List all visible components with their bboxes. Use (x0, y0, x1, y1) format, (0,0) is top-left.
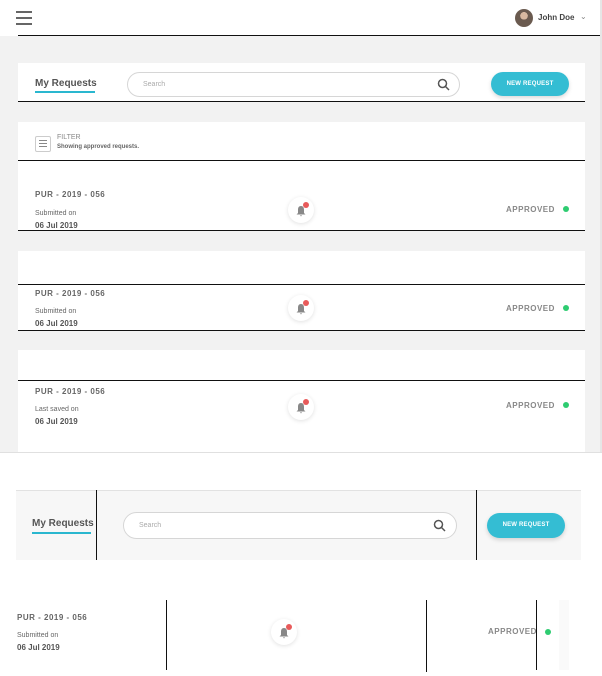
status-badge: APPROVED (506, 304, 555, 313)
notification-badge (303, 399, 309, 405)
tab-my-requests[interactable]: My Requests (35, 78, 97, 89)
zoom-status-badge: APPROVED (488, 627, 537, 636)
filter-title: FILTER (57, 134, 81, 141)
search-icon[interactable] (437, 78, 450, 91)
zoom-request-date-label: Submitted on (17, 632, 59, 639)
request-code: PUR - 2019 - 056 (35, 387, 106, 396)
status-dot-icon (563, 305, 569, 311)
divider (476, 490, 477, 560)
status-dot-icon (563, 402, 569, 408)
avatar[interactable] (515, 9, 533, 27)
divider (0, 452, 602, 453)
divider (16, 490, 581, 491)
filter-settings-icon[interactable] (35, 136, 51, 152)
zoom-scroll-edge (559, 600, 569, 670)
zoom-new-request-button[interactable]: NEW REQUEST (487, 513, 565, 538)
divider (536, 600, 537, 670)
request-date: 06 Jul 2019 (35, 221, 78, 230)
notification-button[interactable] (288, 197, 314, 223)
divider (18, 330, 585, 331)
hamburger-icon[interactable] (16, 11, 32, 25)
divider (18, 230, 585, 231)
zoom-search-input[interactable]: Search (123, 512, 457, 539)
request-date: 06 Jul 2019 (35, 417, 78, 426)
status-badge: APPROVED (506, 401, 555, 410)
request-date: 06 Jul 2019 (35, 319, 78, 328)
request-date-label: Submitted on (35, 210, 77, 217)
tab-underline (35, 91, 95, 93)
request-date-label: Last saved on (35, 406, 79, 413)
zoom-tab-underline (32, 532, 91, 534)
divider (18, 101, 585, 102)
user-name[interactable]: John Doe (538, 13, 574, 22)
zoom-request-code: PUR - 2019 - 056 (17, 613, 88, 622)
divider (18, 284, 585, 285)
divider (426, 600, 427, 672)
new-request-button[interactable]: NEW REQUEST (491, 72, 569, 96)
notification-badge (303, 202, 309, 208)
divider (18, 380, 585, 381)
status-dot-icon (545, 629, 551, 635)
search-placeholder: Search (143, 81, 166, 88)
chevron-down-icon[interactable]: ⌄ (580, 12, 587, 21)
status-badge: APPROVED (506, 205, 555, 214)
notification-badge (303, 300, 309, 306)
filter-subtitle: Showing approved requests. (57, 144, 140, 150)
zoom-notification-button[interactable] (271, 619, 297, 645)
notification-badge (286, 624, 292, 630)
notification-button[interactable] (288, 295, 314, 321)
zoom-search-placeholder: Search (139, 522, 162, 529)
filter-panel (18, 122, 585, 160)
search-input[interactable]: Search (127, 72, 460, 97)
status-dot-icon (563, 206, 569, 212)
zoom-request-date: 06 Jul 2019 (17, 643, 60, 652)
zoom-tab-my-requests[interactable]: My Requests (32, 518, 94, 529)
search-icon[interactable] (433, 519, 446, 532)
divider (166, 600, 167, 670)
request-date-label: Submitted on (35, 308, 77, 315)
top-bar: John Doe ⌄ (0, 0, 602, 36)
request-code: PUR - 2019 - 056 (35, 289, 106, 298)
notification-button[interactable] (288, 394, 314, 420)
divider (96, 490, 97, 560)
request-code: PUR - 2019 - 056 (35, 190, 106, 199)
